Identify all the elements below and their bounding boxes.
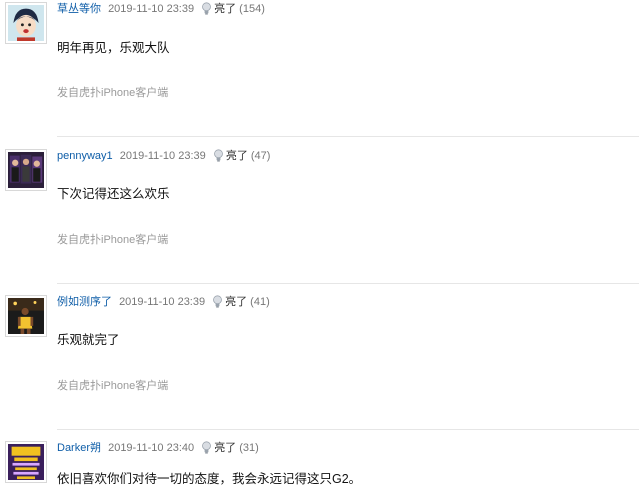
avatar-image [8,152,44,188]
light-count: (154) [239,3,265,15]
author-link[interactable]: 例如测序了 [57,296,112,308]
divider [57,429,639,430]
avatar[interactable] [5,2,47,44]
divider [57,136,639,137]
light-label: 亮了 [214,3,237,15]
reply-meta: 草丛等你 2019-11-10 23:39 亮了 (154) [57,2,265,19]
avatar[interactable] [5,295,47,337]
lightbulb-icon [201,441,212,458]
light-button[interactable]: 亮了 (41) [212,295,270,308]
light-button[interactable]: 亮了 (31) [201,441,259,454]
author-link[interactable]: pennyway1 [57,150,113,162]
avatar[interactable] [5,149,47,191]
avatar-image [8,444,44,480]
lightbulb-icon [212,295,223,312]
reply-content: 依旧喜欢你们对待一切的态度，我会永远记得这只G2。 [57,472,362,486]
avatar-image [8,5,44,41]
light-button[interactable]: 亮了 (154) [201,2,265,15]
reply-time: 2019-11-10 23:40 [108,442,195,454]
divider [57,283,639,284]
light-label: 亮了 [214,442,237,454]
light-count: (47) [250,150,271,162]
author-link[interactable]: Darker朔 [57,442,101,454]
reply-meta: Darker朔 2019-11-10 23:40 亮了 (31) [57,441,259,458]
avatar-image [8,298,44,334]
reply-content: 乐观就完了 [57,333,120,347]
light-label: 亮了 [225,296,248,308]
reply-meta: 例如测序了 2019-11-10 23:39 亮了 (41) [57,295,270,312]
lightbulb-icon [201,2,212,19]
reply-source: 发自虎扑iPhone客户端 [57,234,169,246]
avatar[interactable] [5,441,47,483]
light-button[interactable]: 亮了 (47) [213,149,271,162]
reply-content: 明年再见，乐观大队 [57,41,170,55]
reply-source: 发自虎扑iPhone客户端 [57,380,169,392]
light-count: (41) [250,296,270,308]
reply-content: 下次记得还这么欢乐 [57,187,170,201]
reply-time: 2019-11-10 23:39 [119,150,206,162]
light-label: 亮了 [225,150,248,162]
light-count: (31) [239,442,259,454]
reply-source: 发自虎扑iPhone客户端 [57,87,169,99]
lightbulb-icon [213,149,224,166]
reply-time: 2019-11-10 23:39 [108,3,195,15]
reply-meta: pennyway1 2019-11-10 23:39 亮了 (47) [57,149,270,166]
reply-time: 2019-11-10 23:39 [119,296,206,308]
author-link[interactable]: 草丛等你 [57,3,101,15]
